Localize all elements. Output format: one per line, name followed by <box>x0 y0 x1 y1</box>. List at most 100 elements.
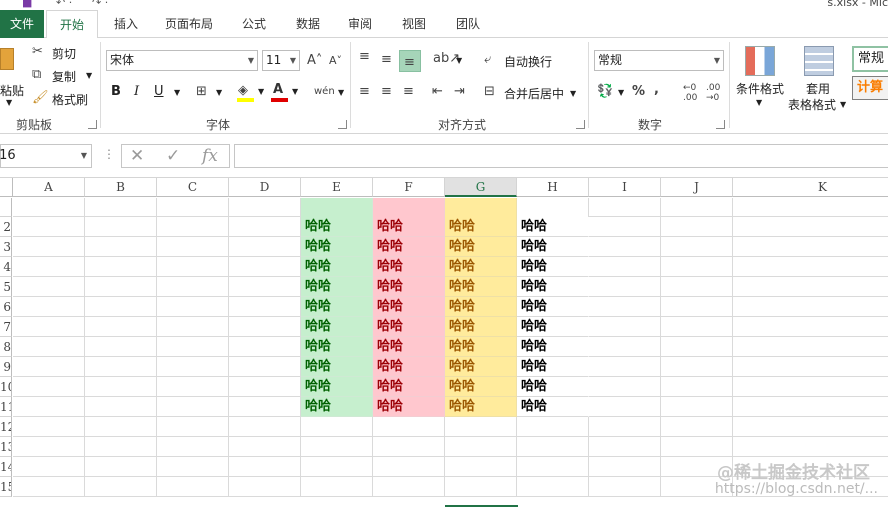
decrease-decimal-icon[interactable]: .00 →0 <box>706 83 720 103</box>
cell[interactable] <box>157 297 229 317</box>
cell[interactable] <box>85 397 157 417</box>
cell-g-10[interactable]: 哈哈 <box>445 377 517 397</box>
cell[interactable] <box>661 257 733 277</box>
cell[interactable] <box>373 417 445 437</box>
cell-f-9[interactable]: 哈哈 <box>373 357 445 377</box>
cell[interactable] <box>661 437 733 457</box>
percent-icon[interactable]: % <box>632 84 645 100</box>
conditional-format-button[interactable]: 条件格式 ▼ <box>734 44 786 114</box>
row-header-11[interactable]: 11 <box>0 397 12 417</box>
tab-insert[interactable]: 插入 <box>104 10 148 38</box>
cell[interactable] <box>661 297 733 317</box>
cell[interactable] <box>517 417 589 437</box>
align-top-icon[interactable]: ≡ <box>359 49 370 65</box>
cell-f-5[interactable]: 哈哈 <box>373 277 445 297</box>
cell[interactable] <box>157 317 229 337</box>
row-header-5[interactable]: 5 <box>0 277 12 297</box>
increase-indent-icon[interactable]: ⇥ <box>454 84 465 100</box>
chevron-down-icon[interactable]: ▼ <box>174 88 180 97</box>
cell[interactable] <box>733 417 888 437</box>
undo-icon[interactable]: ↶ · <box>56 0 72 9</box>
cell[interactable] <box>157 277 229 297</box>
cut-button[interactable]: ✂ 剪切 <box>32 44 92 62</box>
cell[interactable] <box>589 317 661 337</box>
align-bottom-button[interactable]: ≡ <box>399 50 421 72</box>
cell[interactable] <box>589 457 661 477</box>
format-painter-button[interactable]: 🖌 格式刷 <box>32 90 96 108</box>
cell-h-6[interactable]: 哈哈 <box>517 297 589 317</box>
cell[interactable] <box>661 397 733 417</box>
cell[interactable] <box>517 477 589 497</box>
cell[interactable] <box>445 437 517 457</box>
cell[interactable] <box>733 397 888 417</box>
cell[interactable] <box>229 397 301 417</box>
number-launcher-icon[interactable] <box>716 120 725 129</box>
cell[interactable] <box>85 337 157 357</box>
cell-h-9[interactable]: 哈哈 <box>517 357 589 377</box>
cell[interactable] <box>229 257 301 277</box>
cell[interactable] <box>589 397 661 417</box>
cell[interactable] <box>157 437 229 457</box>
cell[interactable] <box>13 437 85 457</box>
row-header-10[interactable]: 10 <box>0 377 12 397</box>
cell[interactable] <box>661 317 733 337</box>
column-header-j[interactable]: J <box>661 178 733 197</box>
cell[interactable] <box>85 357 157 377</box>
cell-h-7[interactable]: 哈哈 <box>517 317 589 337</box>
align-right-icon[interactable]: ≡ <box>403 84 414 100</box>
cell[interactable] <box>13 198 85 217</box>
cell[interactable] <box>733 297 888 317</box>
cell[interactable] <box>229 377 301 397</box>
column-header-f[interactable]: F <box>373 178 445 197</box>
cell-f-6[interactable]: 哈哈 <box>373 297 445 317</box>
tab-home[interactable]: 开始 <box>46 10 98 39</box>
cell[interactable] <box>229 457 301 477</box>
cell-g-11[interactable]: 哈哈 <box>445 397 517 417</box>
font-name-select[interactable]: 宋体 ▼ <box>106 50 258 71</box>
cell[interactable] <box>589 277 661 297</box>
cell[interactable] <box>589 217 661 237</box>
cell-e-6[interactable]: 哈哈 <box>301 297 373 317</box>
cell[interactable] <box>157 198 229 217</box>
function-icon[interactable]: fx <box>202 146 218 166</box>
cell[interactable] <box>589 417 661 437</box>
row-header-4[interactable]: 4 <box>0 257 12 277</box>
cell[interactable] <box>85 417 157 437</box>
font-launcher-icon[interactable] <box>338 120 347 129</box>
row-header-12[interactable]: 12 <box>0 417 12 437</box>
cell[interactable] <box>13 297 85 317</box>
number-format-select[interactable]: 常规 ▼ <box>594 50 724 71</box>
column-header-e[interactable]: E <box>301 178 373 197</box>
row-header-6[interactable]: 6 <box>0 297 12 317</box>
cell[interactable] <box>229 437 301 457</box>
cell[interactable] <box>13 417 85 437</box>
cell[interactable] <box>229 198 301 217</box>
cell[interactable] <box>229 417 301 437</box>
cell[interactable] <box>301 457 373 477</box>
column-header-i[interactable]: I <box>589 178 661 197</box>
decrease-font-icon[interactable]: A˅ <box>329 53 342 69</box>
merge-center-button[interactable]: ⊟ 合并后居中 ▼ <box>484 82 580 102</box>
cell[interactable] <box>157 217 229 237</box>
more-options-icon[interactable]: ⋮ <box>103 147 115 161</box>
cell[interactable] <box>229 357 301 377</box>
cell[interactable] <box>229 337 301 357</box>
cell-e-2[interactable]: 哈哈 <box>301 217 373 237</box>
cell-h-10[interactable]: 哈哈 <box>517 377 589 397</box>
cell[interactable] <box>589 437 661 457</box>
cell[interactable] <box>157 417 229 437</box>
tab-data[interactable]: 数据 <box>286 10 330 38</box>
formula-input[interactable] <box>234 144 888 168</box>
column-header-a[interactable]: A <box>13 178 85 197</box>
wrap-text-button[interactable]: ⤶ 自动换行 <box>484 50 564 70</box>
row-header-15[interactable]: 15 <box>0 477 12 497</box>
tab-file[interactable]: 文件 <box>0 10 44 38</box>
underline-button[interactable]: U <box>154 84 164 100</box>
cell[interactable] <box>301 198 373 217</box>
row-header-9[interactable]: 9 <box>0 357 12 377</box>
cell[interactable] <box>445 417 517 437</box>
increase-font-icon[interactable]: A˄ <box>307 53 322 69</box>
cell-g-7[interactable]: 哈哈 <box>445 317 517 337</box>
cell[interactable] <box>517 457 589 477</box>
cell[interactable] <box>13 397 85 417</box>
